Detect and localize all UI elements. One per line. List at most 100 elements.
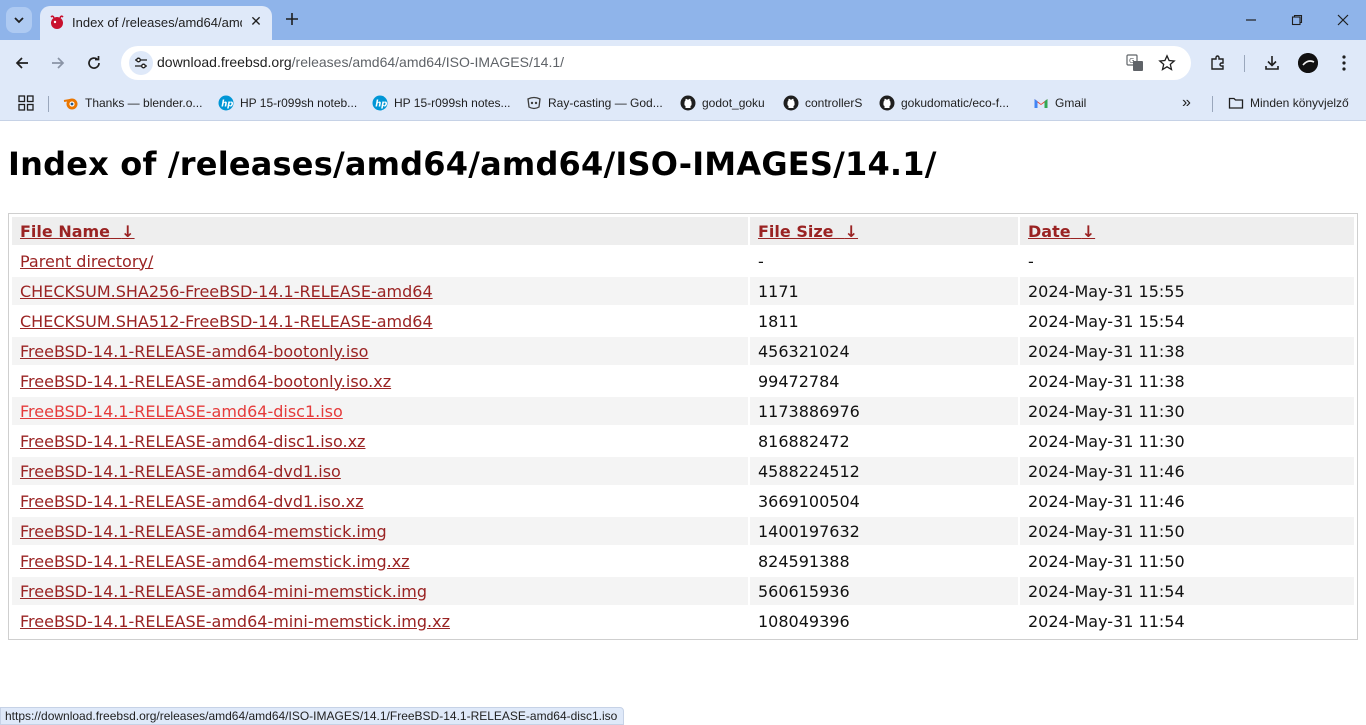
godot-icon	[526, 95, 542, 111]
file-size-cell: 108049396	[758, 611, 850, 631]
url-host: download.freebsd.org	[157, 54, 292, 70]
file-size-cell: 560615936	[750, 577, 1018, 605]
tune-icon	[135, 57, 147, 69]
bookmark-raycasting[interactable]: Ray-casting — God...	[526, 93, 663, 113]
plus-icon	[286, 13, 298, 25]
bookmarks-bar: Thanks — blender.o... hp HP 15-r099sh no…	[0, 86, 1366, 121]
sort-arrow-icon: ↓	[121, 221, 135, 241]
file-size-cell: -	[758, 251, 764, 271]
bookmark-label: HP 15-r099sh noteb...	[240, 96, 358, 110]
file-link[interactable]: FreeBSD-14.1-RELEASE-amd64-mini-memstick…	[20, 582, 427, 601]
file-date-cell: 2024-May-31 11:38	[1020, 337, 1354, 365]
file-date-cell: 2024-May-31 11:30	[1020, 397, 1354, 425]
gmail-icon	[1033, 95, 1049, 111]
hp-icon: hp	[372, 95, 388, 111]
apps-button[interactable]	[18, 93, 34, 113]
file-link[interactable]: FreeBSD-14.1-RELEASE-amd64-memstick.img.…	[20, 552, 410, 571]
bookmarks-overflow-button[interactable]: »	[1182, 93, 1191, 113]
file-date-cell: 2024-May-31 15:54	[1028, 311, 1185, 331]
file-size-cell: 1171	[750, 277, 1018, 305]
profile-avatar[interactable]	[1298, 53, 1318, 73]
toolbar-divider	[1244, 55, 1245, 72]
file-link[interactable]: FreeBSD-14.1-RELEASE-amd64-bootonly.iso.…	[20, 372, 391, 391]
tab-title: Index of /releases/amd64/amd64/ISO-IMAGE…	[72, 15, 242, 30]
sort-arrow-icon: ↓	[1081, 221, 1096, 241]
downloads-button[interactable]	[1261, 52, 1283, 74]
github-icon	[783, 95, 799, 111]
file-size-cell: 816882472	[758, 431, 850, 451]
bookmark-label: Thanks — blender.o...	[85, 96, 203, 110]
extensions-button[interactable]	[1207, 52, 1229, 74]
bookmark-controllers[interactable]: controllerS	[783, 93, 862, 113]
file-date-cell: 2024-May-31 11:30	[1028, 431, 1185, 451]
address-bar[interactable]: download.freebsd.org/releases/amd64/amd6…	[121, 46, 1191, 80]
file-link-hovered[interactable]: FreeBSD-14.1-RELEASE-amd64-disc1.iso	[20, 402, 343, 421]
file-link[interactable]: FreeBSD-14.1-RELEASE-amd64-bootonly.iso	[20, 342, 368, 361]
bookmark-hp-notebook[interactable]: hp HP 15-r099sh noteb...	[218, 93, 357, 113]
svg-text:G: G	[1129, 57, 1134, 65]
file-link[interactable]: FreeBSD-14.1-RELEASE-amd64-disc1.iso.xz	[20, 432, 365, 451]
table-row: FreeBSD-14.1-RELEASE-amd64-bootonly.iso.…	[12, 367, 1354, 395]
all-bookmarks-label: Minden könyvjelző	[1250, 96, 1349, 110]
table-row: FreeBSD-14.1-RELEASE-amd64-disc1.iso 117…	[12, 397, 1354, 425]
active-tab[interactable]: Index of /releases/amd64/amd64/ISO-IMAGE…	[40, 6, 272, 40]
sort-by-name-link[interactable]: File Name ↓	[20, 222, 135, 241]
freebsd-icon	[50, 15, 64, 29]
file-link[interactable]: CHECKSUM.SHA512-FreeBSD-14.1-RELEASE-amd…	[20, 312, 433, 331]
github-icon	[680, 95, 696, 111]
sort-arrow-icon: ↓	[844, 221, 859, 241]
file-link[interactable]: FreeBSD-14.1-RELEASE-amd64-dvd1.iso.xz	[20, 492, 364, 511]
close-window-button[interactable]	[1320, 6, 1366, 34]
bookmark-gmail[interactable]: Gmail	[1033, 93, 1086, 113]
all-bookmarks-folder[interactable]: Minden könyvjelző	[1228, 93, 1349, 113]
file-date-cell: 2024-May-31 11:38	[1028, 371, 1185, 391]
file-name-cell: FreeBSD-14.1-RELEASE-amd64-mini-memstick…	[12, 577, 748, 605]
bookmark-blender[interactable]: Thanks — blender.o...	[63, 93, 202, 113]
file-date-cell: 2024-May-31 11:50	[1020, 517, 1354, 545]
bookmark-godot-goku[interactable]: godot_goku	[680, 93, 765, 113]
reload-button[interactable]	[81, 50, 107, 76]
table-row: FreeBSD-14.1-RELEASE-amd64-dvd1.iso.xz 3…	[12, 487, 1354, 515]
file-table: File Name ↓ File Size ↓ Date ↓ Parent di…	[10, 215, 1356, 637]
bookmark-star-button[interactable]	[1157, 53, 1177, 73]
forward-button[interactable]	[45, 50, 71, 76]
sort-by-date-link[interactable]: Date ↓	[1028, 222, 1095, 241]
parent-directory-link[interactable]: Parent directory/	[20, 252, 153, 271]
bookmark-gokudomatic[interactable]: gokudomatic/eco-f...	[879, 93, 1009, 113]
table-row: FreeBSD-14.1-RELEASE-amd64-memstick.img.…	[12, 547, 1354, 575]
new-tab-button[interactable]	[281, 8, 303, 30]
back-button[interactable]	[9, 50, 35, 76]
minimize-button[interactable]	[1228, 6, 1274, 34]
close-tab-icon[interactable]: ✕	[248, 14, 264, 30]
file-link[interactable]: FreeBSD-14.1-RELEASE-amd64-mini-memstick…	[20, 612, 450, 631]
translate-button[interactable]: G	[1125, 53, 1145, 73]
table-row: FreeBSD-14.1-RELEASE-amd64-dvd1.iso 4588…	[12, 457, 1354, 485]
file-date-cell: 2024-May-31 15:55	[1020, 277, 1354, 305]
bookmark-label: controllerS	[805, 96, 863, 110]
download-icon	[1265, 56, 1279, 70]
table-row: FreeBSD-14.1-RELEASE-amd64-mini-memstick…	[12, 607, 1354, 635]
avatar-icon	[1298, 53, 1318, 73]
table-row: Parent directory/ - -	[12, 247, 1354, 275]
file-link[interactable]: FreeBSD-14.1-RELEASE-amd64-dvd1.iso	[20, 462, 341, 481]
browser-menu-button[interactable]	[1333, 52, 1355, 74]
tab-search-button[interactable]	[6, 7, 32, 33]
site-info-button[interactable]	[129, 51, 153, 75]
hp-icon: hp	[218, 95, 234, 111]
sort-by-size-link[interactable]: File Size ↓	[758, 222, 858, 241]
bookmark-label: HP 15-r099sh notes...	[394, 96, 511, 110]
table-row: FreeBSD-14.1-RELEASE-amd64-mini-memstick…	[12, 577, 1354, 605]
file-size-cell: 824591388	[758, 551, 850, 571]
url-text[interactable]: download.freebsd.org/releases/amd64/amd6…	[157, 54, 564, 70]
file-link[interactable]: FreeBSD-14.1-RELEASE-amd64-memstick.img	[20, 522, 387, 541]
tab-strip: Index of /releases/amd64/amd64/ISO-IMAGE…	[0, 0, 1366, 40]
url-path: /releases/amd64/amd64/ISO-IMAGES/14.1/	[291, 54, 565, 70]
column-header-name: File Name ↓	[12, 217, 748, 245]
close-icon	[1337, 14, 1349, 26]
file-size-cell: 4588224512	[750, 457, 1018, 485]
restore-button[interactable]	[1274, 6, 1320, 34]
bookmark-hp-notes[interactable]: hp HP 15-r099sh notes...	[372, 93, 511, 113]
apps-grid-icon	[18, 95, 34, 111]
bookmark-label: godot_goku	[702, 96, 765, 110]
file-link[interactable]: CHECKSUM.SHA256-FreeBSD-14.1-RELEASE-amd…	[20, 282, 433, 301]
